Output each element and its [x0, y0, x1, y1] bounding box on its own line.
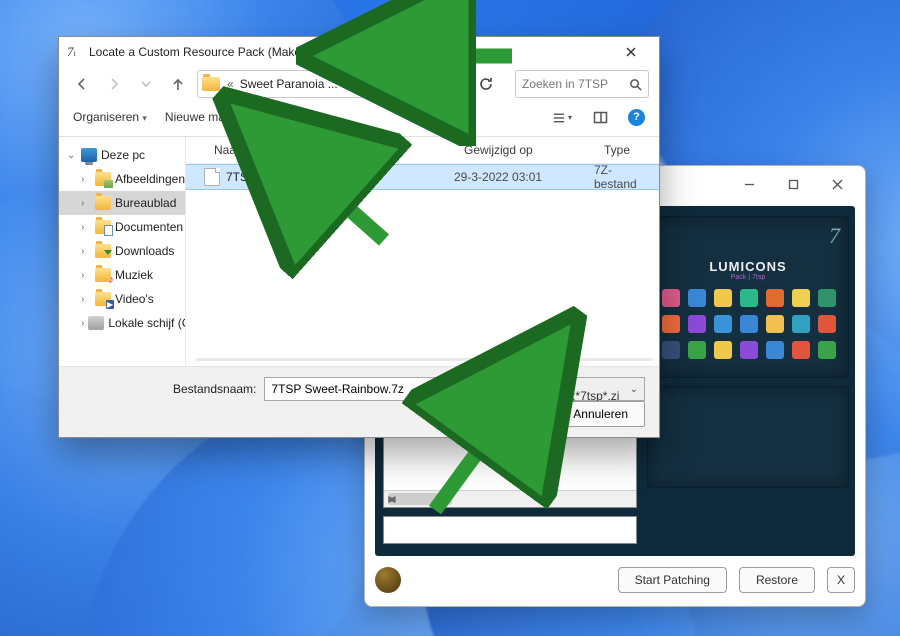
open-split-dropdown[interactable]: ▾: [526, 402, 545, 426]
folder-icon: [95, 268, 111, 282]
breadcrumb-part2[interactable]: 7TSP: [348, 77, 384, 91]
folder-icon: [95, 196, 111, 210]
tree-root[interactable]: ⌄Deze pc: [59, 143, 185, 167]
pc-icon: [81, 148, 97, 162]
preview-pane-button[interactable]: [590, 107, 610, 127]
tree-item-images[interactable]: ›Afbeeldingen: [59, 167, 185, 191]
search-input[interactable]: Zoeken in 7TSP: [515, 70, 649, 98]
preview-title: LUMICONS Pack | 7tsp: [648, 259, 848, 281]
tree-item-music[interactable]: ›Muziek: [59, 263, 185, 287]
breadcrumb-part1[interactable]: Sweet Paranoia ...: [237, 77, 341, 91]
breadcrumb[interactable]: « Sweet Paranoia ... › 7TSP ⌄: [197, 70, 467, 98]
sort-asc-icon: ⌃: [388, 146, 396, 157]
close-x-button[interactable]: X: [827, 567, 855, 593]
new-folder-button[interactable]: Nieuwe map: [165, 110, 232, 124]
dialog-toolbar: Organiseren ▾ Nieuwe map ▾ ?: [59, 101, 659, 133]
folder-icon: [95, 172, 111, 186]
tree-item-localdisk[interactable]: ›Lokale schijf (C: [59, 311, 185, 335]
folder-icon: [95, 244, 111, 258]
organize-menu[interactable]: Organiseren ▾: [73, 110, 147, 124]
app-search-box[interactable]: [383, 516, 637, 544]
file-list-header[interactable]: Naam⌃ Gewijzigd op Type: [186, 137, 659, 164]
file-row[interactable]: 7TSP Sweet-Rainbow.7z 29-3-2022 03:01 7Z…: [186, 164, 659, 190]
folder-icon: [95, 220, 111, 234]
help-button[interactable]: ?: [628, 109, 645, 126]
tree-item-videos[interactable]: ›Video's: [59, 287, 185, 311]
file-icon: [204, 168, 220, 186]
start-patching-button[interactable]: Start Patching: [618, 567, 727, 593]
folder-icon: [95, 292, 111, 306]
nav-recent-dropdown[interactable]: [133, 71, 159, 97]
tree-item-downloads[interactable]: ›Downloads: [59, 239, 185, 263]
minimize-button[interactable]: [727, 169, 771, 199]
restore-button[interactable]: Restore: [739, 567, 815, 593]
dialog-titlebar: 7i Locate a Custom Resource Pack (Make s…: [59, 37, 659, 67]
horizontal-scrollbar[interactable]: ◄ ►: [384, 490, 636, 507]
list-scrollbar[interactable]: [196, 358, 653, 361]
folder-tree[interactable]: ⌄Deze pc ›Afbeeldingen ›Bureaublad ›Docu…: [59, 137, 186, 365]
refresh-button[interactable]: [473, 71, 499, 97]
filename-input[interactable]: 7TSP Sweet-Rainbow.7z⌄: [264, 377, 478, 401]
icon-grid: [662, 289, 840, 363]
secondary-preview: [647, 386, 849, 488]
file-list: Naam⌃ Gewijzigd op Type 7TSP Sweet-Rainb…: [186, 137, 659, 365]
disk-icon: [88, 316, 104, 330]
search-icon: [629, 78, 642, 91]
col-type[interactable]: Type: [594, 143, 659, 157]
open-button[interactable]: Openen▾: [459, 401, 547, 427]
col-name[interactable]: Naam⌃: [186, 143, 454, 157]
col-modified[interactable]: Gewijzigd op: [454, 143, 594, 157]
cancel-button[interactable]: Annuleren: [556, 401, 645, 427]
donate-icon[interactable]: [375, 567, 401, 593]
folder-icon: [202, 77, 220, 91]
tree-item-desktop[interactable]: ›Bureaublad: [59, 191, 185, 215]
filename-label: Bestandsnaam:: [173, 382, 256, 396]
pack-preview: 7 LUMICONS Pack | 7tsp: [647, 216, 849, 378]
nav-back-button[interactable]: [69, 71, 95, 97]
view-options-button[interactable]: ▾: [552, 107, 572, 127]
breadcrumb-dropdown-icon[interactable]: ⌄: [444, 79, 462, 90]
nav-up-button[interactable]: [165, 71, 191, 97]
chevron-down-icon[interactable]: ⌄: [463, 384, 471, 395]
app-close-button[interactable]: [815, 169, 859, 199]
dialog-app-icon: 7i: [67, 44, 83, 60]
nav-forward-button[interactable]: [101, 71, 127, 97]
dialog-footer: Bestandsnaam: 7TSP Sweet-Rainbow.7z⌄ Sel…: [59, 366, 659, 437]
maximize-button[interactable]: [771, 169, 815, 199]
7tsp-logo-icon: 7: [829, 223, 840, 249]
dialog-navbar: « Sweet Paranoia ... › 7TSP ⌄ Zoeken in …: [59, 67, 659, 101]
tree-item-documents[interactable]: ›Documenten: [59, 215, 185, 239]
app-bottom-bar: Start Patching Restore X: [375, 564, 855, 596]
file-type-filter[interactable]: Select a Pack(*7tsp*.7z;*7tsp*.zi⌄: [486, 377, 645, 401]
scroll-thumb[interactable]: [388, 493, 452, 505]
dialog-title: Locate a Custom Resource Pack (Make sure…: [89, 45, 611, 59]
dialog-close-button[interactable]: [611, 40, 651, 64]
file-open-dialog: 7i Locate a Custom Resource Pack (Make s…: [58, 36, 660, 438]
chevron-down-icon[interactable]: ⌄: [630, 384, 638, 395]
